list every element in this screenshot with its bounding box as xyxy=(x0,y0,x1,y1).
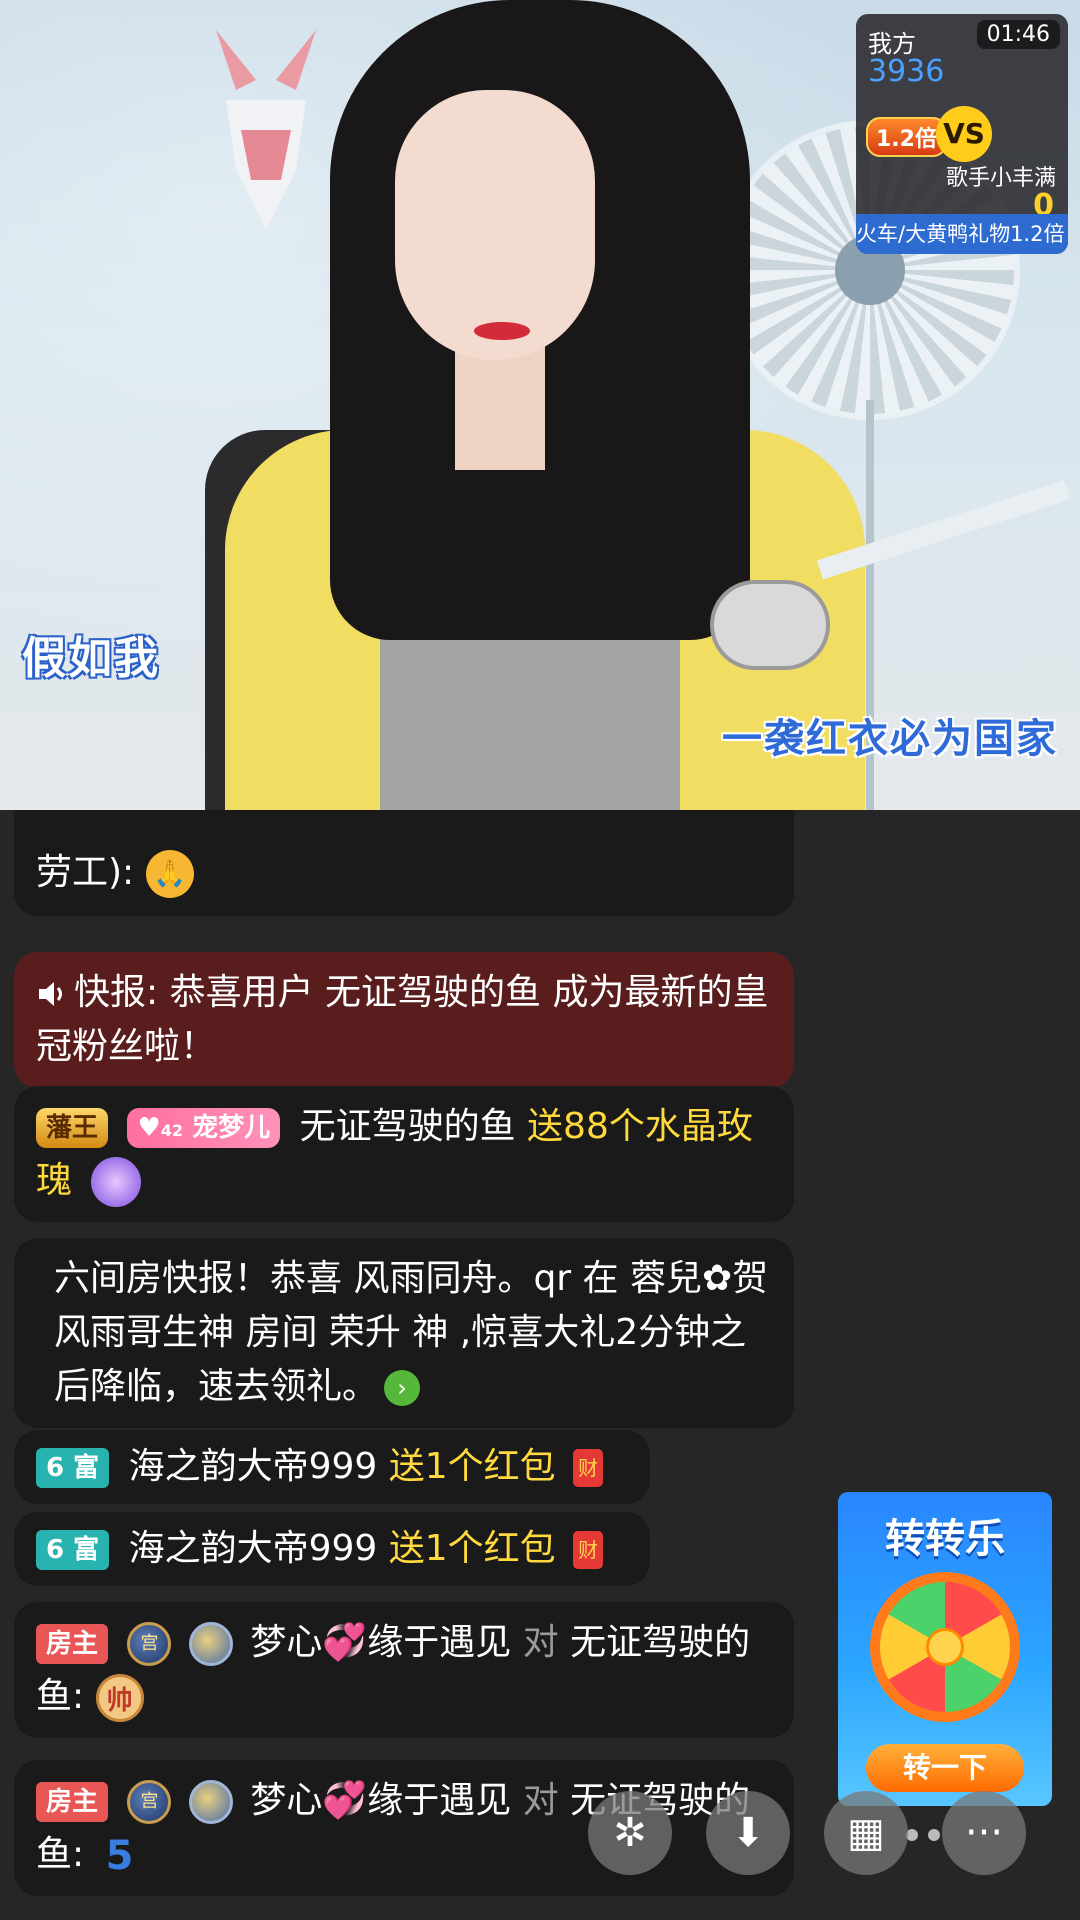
fan-club-level: 42 xyxy=(160,1121,184,1140)
heart-icon: ♥ xyxy=(137,1113,161,1143)
wealth-level-badge: 6 富 xyxy=(36,1530,110,1570)
vs-icon: VS xyxy=(936,106,992,162)
lyric-left: 假如我 xyxy=(22,633,160,684)
red-packet-icon: 财 xyxy=(573,1449,604,1487)
v5-level-icon: 5 xyxy=(105,1833,134,1879)
streamer-lips xyxy=(474,322,530,340)
chat-username[interactable]: 梦心 xyxy=(250,1780,322,1821)
chat-message: 房主 宫 梦心💞缘于遇见 对 无证驾驶的鱼: 5 xyxy=(14,1760,794,1896)
lucky-wheel-card[interactable]: 转转乐 转一下 xyxy=(838,1492,1052,1806)
download-button[interactable]: ⬇ xyxy=(706,1791,790,1875)
streamer-face xyxy=(395,90,595,360)
chat-gift-message: 藩王 ♥42 宠梦儿 无证驾驶的鱼 送88个水晶玫瑰 xyxy=(14,1086,794,1222)
gift-action-text: 送1个红包 xyxy=(388,1446,556,1487)
microphone xyxy=(710,580,830,670)
chat-list[interactable]: 劳工): 🙏 快报: 恭喜用户 无证驾驶的鱼 成为最新的皇冠粉丝啦！ 藩王 ♥4… xyxy=(0,810,800,1920)
pk-bonus-ticker: 火车/大黄鸭礼物1.2倍 xyxy=(856,214,1068,254)
pk-panel[interactable]: 我方 01:46 3936 1.2倍 VS 歌手小丰满 0 火车/大黄鸭礼物1.… xyxy=(856,14,1068,254)
guard-medal-icon xyxy=(188,1622,233,1666)
heart-icon: 💞 xyxy=(322,1622,368,1663)
live-video[interactable]: 假如我 一袭红衣必为国家 我方 01:46 3936 1.2倍 VS 歌手小丰满… xyxy=(0,0,1080,810)
chat-username[interactable]: 海之韵大帝999 xyxy=(129,1446,378,1487)
chat-message: 房主 宫 梦心💞缘于遇见 对 无证驾驶的鱼: 帅 xyxy=(14,1602,794,1738)
chat-username[interactable]: 梦心 xyxy=(250,1622,322,1663)
download-icon: ⬇ xyxy=(731,1810,765,1856)
chat-gift-message: 6 富 海之韵大帝999 送1个红包 财 xyxy=(14,1430,650,1504)
chat-username[interactable]: 无证驾驶的鱼 xyxy=(300,1106,516,1147)
deer-head-decoration xyxy=(216,30,316,230)
wealth-level-badge: 6 富 xyxy=(36,1448,110,1488)
speaker-icon xyxy=(39,982,62,1006)
chat-system-message: 六间房快报！恭喜 风雨同舟。qr 在 蓉兒✿贺风雨哥生神 房间 荣升 神 ,惊喜… xyxy=(14,1238,794,1428)
chat-text: 劳工): xyxy=(36,852,135,893)
chat-username-suffix[interactable]: 缘于遇见 xyxy=(367,1622,511,1663)
go-arrow-icon[interactable]: › xyxy=(384,1370,421,1406)
pk-our-score: 3936 xyxy=(868,54,945,89)
apps-button[interactable]: ▦ xyxy=(824,1791,908,1875)
guard-medal-icon xyxy=(188,1780,233,1824)
gift-action-text: 送1个红包 xyxy=(388,1528,556,1569)
share-button[interactable]: ✲ xyxy=(588,1791,672,1875)
wheel-hub xyxy=(926,1628,964,1666)
chat-gift-message: 6 富 海之韵大帝999 送1个红包 财 xyxy=(14,1512,650,1586)
chat-username-suffix[interactable]: 缘于遇见 xyxy=(367,1780,511,1821)
chat-to-label: 对 xyxy=(522,1622,559,1663)
crystal-rose-gift-icon xyxy=(91,1157,142,1207)
pray-emoji-icon: 🙏 xyxy=(145,850,194,898)
chat-username[interactable]: 海之韵大帝999 xyxy=(129,1528,378,1569)
grid-icon: ▦ xyxy=(847,1810,885,1856)
chat-to-label: 对 xyxy=(522,1780,559,1821)
red-packet-icon: 财 xyxy=(573,1531,604,1569)
room-owner-badge: 房主 xyxy=(36,1782,109,1822)
pk-timer: 01:46 xyxy=(976,20,1060,49)
palace-medal-icon: 宫 xyxy=(127,1622,172,1666)
palace-medal-icon: 宫 xyxy=(127,1780,172,1824)
more-button[interactable]: ··· xyxy=(942,1791,1026,1875)
chess-shuai-emoji: 帅 xyxy=(95,1674,144,1722)
chat-message: 劳工): 🙏 xyxy=(14,810,794,916)
announcement-text: 快报: 恭喜用户 无证驾驶的鱼 成为最新的皇冠粉丝啦！ xyxy=(36,972,769,1067)
room-owner-badge: 房主 xyxy=(36,1624,109,1664)
heart-icon: 💞 xyxy=(322,1780,368,1821)
chat-announcement: 快报: 恭喜用户 无证驾驶的鱼 成为最新的皇冠粉丝啦！ xyxy=(14,952,794,1088)
rank-badge-fanwang: 藩王 xyxy=(36,1108,109,1148)
more-icon: ··· xyxy=(964,1810,1004,1856)
fan-club-name: 宠梦儿 xyxy=(192,1113,271,1143)
pk-multiplier-badge: 1.2倍 xyxy=(866,117,947,157)
fan-club-badge: ♥42 宠梦儿 xyxy=(127,1108,281,1148)
lucky-wheel-title: 转转乐 xyxy=(885,1516,1005,1562)
share-icon: ✲ xyxy=(613,1810,647,1856)
lyric-right: 一袭红衣必为国家 xyxy=(722,716,1058,762)
spin-button[interactable]: 转一下 xyxy=(866,1744,1024,1792)
